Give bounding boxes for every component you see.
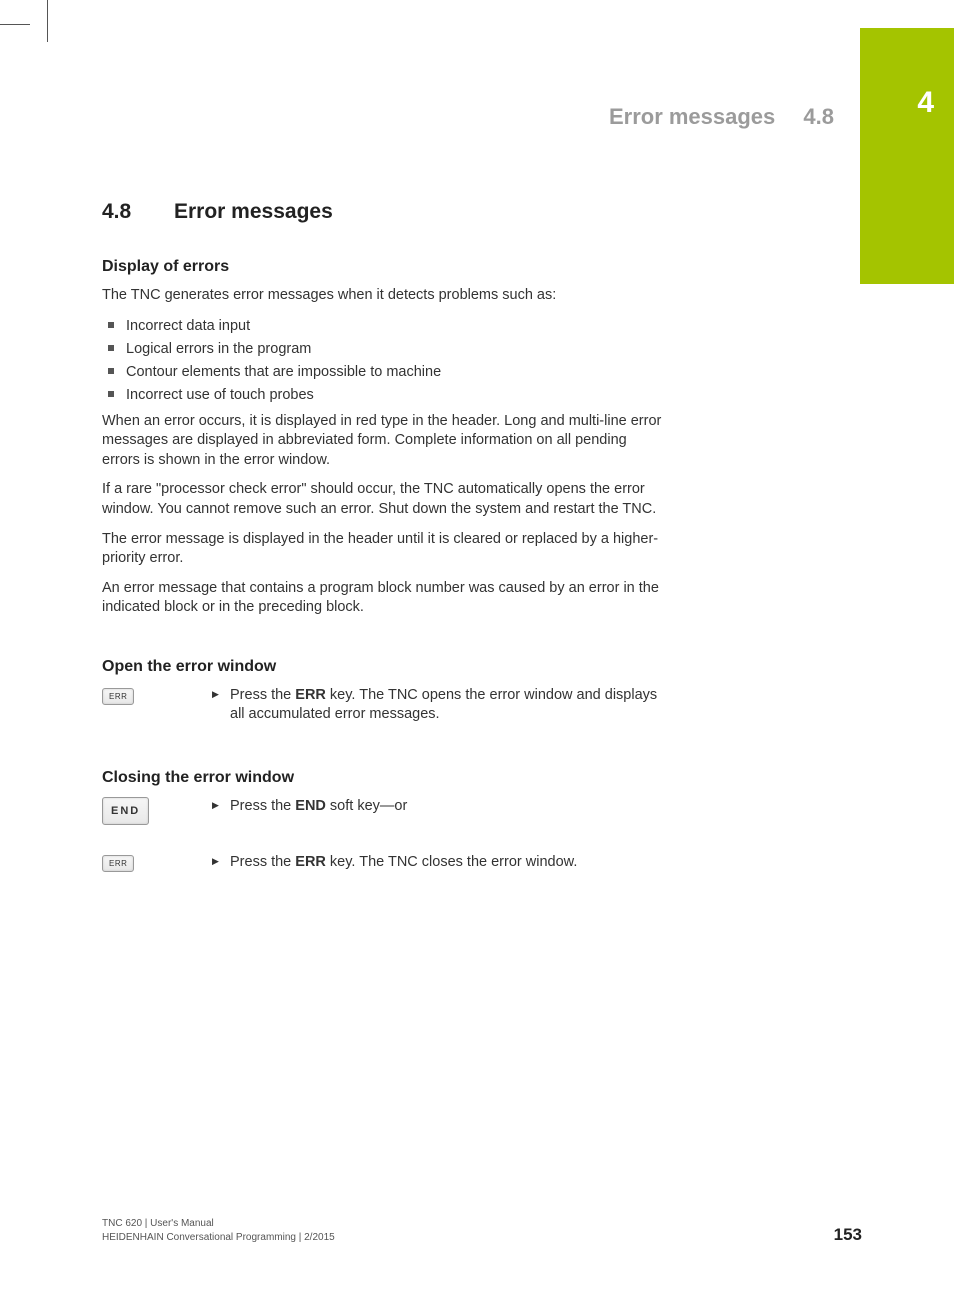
paragraph: If a rare "processor check error" should… <box>102 480 662 519</box>
page-number: 153 <box>834 1225 862 1245</box>
page-content: 4.8Error messages Display of errors The … <box>102 200 662 887</box>
list-item: Incorrect use of touch probes <box>102 385 662 405</box>
footer-line1: TNC 620 | User's Manual <box>102 1217 862 1231</box>
end-key-label: END <box>102 797 149 825</box>
instruction-text: Press the END soft key—or <box>206 797 407 817</box>
subsection-open-error: Open the error window <box>102 658 662 676</box>
paragraph: The TNC generates error messages when it… <box>102 286 662 306</box>
paragraph: An error message that contains a program… <box>102 579 662 618</box>
subsection-close-error: Closing the error window <box>102 769 662 787</box>
key-icon-err: ERR <box>102 853 154 872</box>
instruction-row: END Press the END soft key—or <box>102 797 662 825</box>
section-title: Error messages <box>174 200 333 223</box>
section-heading: 4.8Error messages <box>102 200 662 224</box>
paragraph: When an error occurs, it is displayed in… <box>102 412 662 471</box>
chapter-number: 4 <box>917 86 934 120</box>
list-item: Incorrect data input <box>102 316 662 336</box>
err-key-label: ERR <box>102 855 134 872</box>
chapter-tab: 4 <box>860 28 954 284</box>
list-item: Logical errors in the program <box>102 339 662 359</box>
breadcrumb: Error messages 4.8 <box>609 104 834 130</box>
instruction-text: Press the ERR key. The TNC closes the er… <box>206 853 577 873</box>
list-item: Contour elements that are impossible to … <box>102 362 662 382</box>
paragraph: The error message is displayed in the he… <box>102 530 662 569</box>
err-key-label: ERR <box>102 688 134 705</box>
instruction-row: ERR Press the ERR key. The TNC opens the… <box>102 686 662 725</box>
instruction-row: ERR Press the ERR key. The TNC closes th… <box>102 853 662 873</box>
breadcrumb-section: 4.8 <box>803 104 834 129</box>
instruction-text: Press the ERR key. The TNC opens the err… <box>206 686 662 725</box>
bullet-list: Incorrect data input Logical errors in t… <box>102 316 662 406</box>
breadcrumb-title: Error messages <box>609 104 775 129</box>
section-number: 4.8 <box>102 200 174 224</box>
subsection-display-errors: Display of errors <box>102 258 662 276</box>
key-icon-err: ERR <box>102 686 154 705</box>
page-footer: TNC 620 | User's Manual HEIDENHAIN Conve… <box>102 1217 862 1245</box>
footer-line2: HEIDENHAIN Conversational Programming | … <box>102 1231 862 1245</box>
key-icon-end: END <box>102 797 154 825</box>
